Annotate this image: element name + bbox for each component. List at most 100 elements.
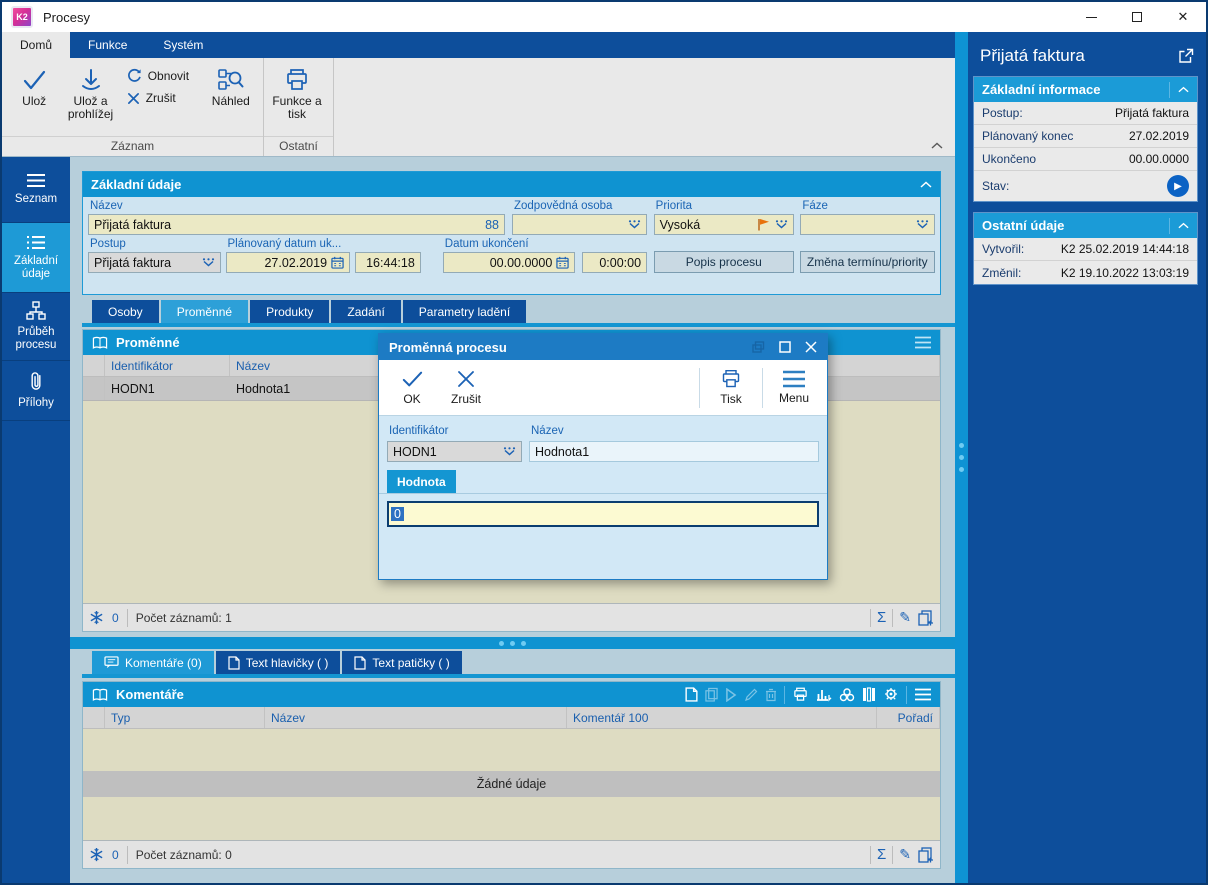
ribbon-tab-system[interactable]: Systém: [145, 32, 221, 58]
dialog-maximize-icon[interactable]: [779, 341, 791, 353]
dropdown-icon[interactable]: [202, 258, 215, 267]
dialog-tab-hodnota[interactable]: Hodnota: [387, 470, 456, 493]
app-window: K2 Procesy ✕ Domů Funkce Systém Ulož Ulo…: [0, 0, 1208, 885]
sum-icon[interactable]: Σ: [877, 846, 886, 863]
dropdown-icon[interactable]: [628, 220, 641, 229]
close-button[interactable]: ✕: [1160, 2, 1206, 32]
sidebar-item-seznam[interactable]: Seznam: [2, 157, 70, 223]
copy-add-icon[interactable]: [917, 846, 934, 863]
paperclip-icon: [31, 372, 41, 390]
tab-parametry-ladeni[interactable]: Parametry ladění: [402, 300, 527, 323]
tab-zadani[interactable]: Zadání: [331, 300, 401, 323]
calendar-icon[interactable]: [331, 256, 344, 269]
vertical-splitter[interactable]: [955, 32, 968, 883]
new-record-icon[interactable]: [685, 687, 698, 702]
dropdown-icon[interactable]: [775, 220, 788, 229]
tab-text-paticky[interactable]: Text patičky ( ): [342, 651, 462, 674]
function-print-button[interactable]: Funkce a tisk: [268, 62, 326, 136]
dialog-cancel-button[interactable]: Zrušit: [439, 369, 493, 406]
maximize-button[interactable]: [1114, 2, 1160, 32]
row-marker-column: [83, 355, 105, 376]
refresh-icon: [127, 68, 141, 82]
filter-snowflake-icon[interactable]: [89, 847, 104, 862]
preview-label: Náhled: [211, 94, 250, 108]
status-play-icon[interactable]: ▶: [1167, 175, 1189, 197]
column-komentar[interactable]: Komentář 100: [567, 707, 877, 728]
copy-add-icon[interactable]: [917, 609, 934, 626]
comments-table-empty-area[interactable]: Žádné údaje: [83, 729, 940, 840]
priority-flag-icon: [758, 219, 770, 231]
column-nazev[interactable]: Název: [265, 707, 567, 728]
dialog-restore-icon[interactable]: [752, 341, 765, 353]
panel-menu-icon[interactable]: [914, 688, 932, 701]
refresh-button[interactable]: Obnovit: [127, 68, 197, 83]
tab-produkty[interactable]: Produkty: [250, 300, 330, 323]
process-description-button[interactable]: Popis procesu: [654, 251, 794, 273]
minimize-button[interactable]: [1068, 2, 1114, 32]
sidebar-item-zakladni-udaje[interactable]: Základní údaje: [2, 223, 70, 293]
delete-record-icon[interactable]: [765, 688, 777, 702]
dropdown-icon[interactable]: [916, 220, 929, 229]
name-field[interactable]: Přijatá faktura 88: [88, 214, 505, 235]
info-label: Postup:: [982, 106, 1023, 120]
tab-komentare[interactable]: Komentáře (0): [92, 651, 214, 674]
dialog-menu-button[interactable]: Menu: [767, 370, 821, 405]
ribbon-tab-funkce[interactable]: Funkce: [70, 32, 145, 58]
change-deadline-priority-button[interactable]: Změna termínu/priority: [799, 251, 936, 273]
settings-gear-icon[interactable]: [883, 687, 899, 702]
edit-record-icon[interactable]: [744, 688, 758, 702]
tab-promenne[interactable]: Proměnné: [160, 300, 249, 323]
column-poradi[interactable]: Pořadí: [877, 707, 940, 728]
filter-snowflake-icon[interactable]: [89, 610, 104, 625]
dialog-ok-button[interactable]: OK: [385, 369, 439, 406]
dialog-name-field[interactable]: Hodnota1: [529, 441, 819, 462]
dropdown-icon[interactable]: [503, 447, 516, 456]
play-record-icon[interactable]: [725, 687, 737, 702]
print-icon[interactable]: [792, 687, 809, 702]
horizontal-splitter[interactable]: [70, 637, 955, 649]
procedure-field[interactable]: Přijatá faktura: [88, 252, 221, 273]
book-icon: [92, 688, 108, 701]
save-and-view-button[interactable]: Ulož a prohlížej: [62, 62, 118, 136]
ribbon-tab-domu[interactable]: Domů: [2, 32, 71, 58]
dialog-id-field[interactable]: HODN1: [387, 441, 522, 462]
sidebar-item-prubeh-procesu[interactable]: Průběh procesu: [2, 293, 70, 361]
sum-icon[interactable]: Σ: [877, 609, 886, 626]
responsible-field[interactable]: [511, 214, 647, 235]
value-input[interactable]: 0: [387, 501, 819, 527]
priority-field[interactable]: Vysoká: [653, 214, 795, 235]
record-number: 88: [485, 217, 499, 232]
phase-field[interactable]: [800, 214, 935, 235]
planned-end-time-field[interactable]: 16:44:18: [355, 252, 421, 273]
dialog-print-button[interactable]: Tisk: [704, 369, 758, 406]
chart-icon[interactable]: [816, 687, 832, 702]
end-date-field[interactable]: 00.00.0000: [442, 252, 576, 273]
tab-osoby[interactable]: Osoby: [92, 300, 159, 323]
columns-icon[interactable]: [862, 687, 876, 702]
collapse-ribbon-button[interactable]: [931, 138, 943, 152]
panel-menu-icon[interactable]: [914, 336, 932, 349]
end-time-field[interactable]: 0:00:00: [582, 252, 648, 273]
dialog-close-icon[interactable]: [805, 341, 817, 353]
edit-pencil-icon[interactable]: ✎: [899, 846, 911, 863]
column-identifikator[interactable]: Identifikátor: [105, 355, 230, 376]
value-input-text: 0: [391, 507, 404, 521]
open-external-icon[interactable]: [1178, 48, 1194, 64]
basic-panel-header: Základní údaje: [83, 172, 940, 197]
gears-icon[interactable]: [839, 687, 855, 702]
tab-text-hlavicky[interactable]: Text hlavičky ( ): [215, 651, 341, 674]
edit-pencil-icon[interactable]: ✎: [899, 609, 911, 626]
process-variable-dialog: Proměnná procesu OK Zrušit Tisk Menu Ide…: [378, 333, 828, 580]
collapse-panel-icon[interactable]: [920, 181, 932, 188]
collapse-card-icon[interactable]: [1178, 86, 1189, 93]
cancel-button[interactable]: Zrušit: [127, 91, 197, 105]
save-button[interactable]: Ulož: [6, 62, 62, 136]
sidebar-item-prilohy[interactable]: Přílohy: [2, 361, 70, 421]
collapse-card-icon[interactable]: [1178, 222, 1189, 229]
column-typ[interactable]: Typ: [105, 707, 265, 728]
preview-button[interactable]: Náhled: [203, 62, 259, 136]
tab-label: Komentáře (0): [125, 655, 202, 670]
copy-record-icon[interactable]: [705, 687, 718, 702]
planned-end-date-field[interactable]: 27.02.2019: [225, 252, 351, 273]
calendar-icon[interactable]: [556, 256, 569, 269]
